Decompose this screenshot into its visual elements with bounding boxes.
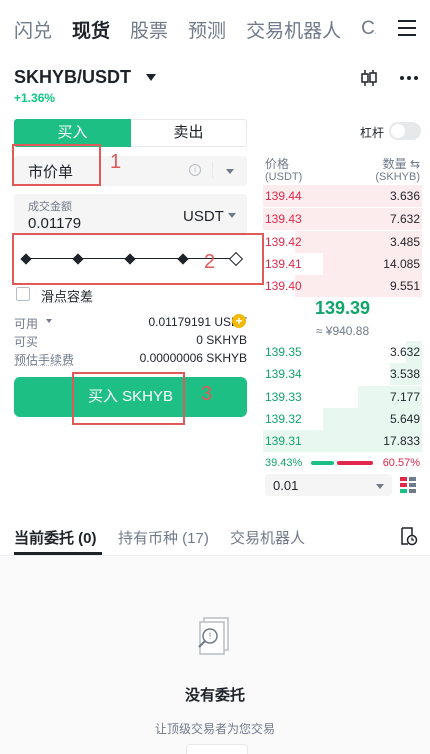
- sell-tab[interactable]: 卖出: [131, 119, 247, 147]
- empty-orders-icon: !: [198, 617, 229, 655]
- ask-price: 139.40: [265, 279, 302, 293]
- chevron-down-icon[interactable]: [146, 74, 156, 81]
- ask-price: 139.44: [265, 189, 302, 203]
- tab-holdings[interactable]: 持有币种 (17): [118, 527, 209, 548]
- ask-qty: 3.485: [389, 235, 420, 249]
- amount-unit-select[interactable]: USDT: [183, 208, 224, 225]
- ask-row[interactable]: 139.42 3.485: [263, 231, 422, 253]
- bid-price: 139.31: [265, 434, 302, 448]
- last-price[interactable]: 139.39: [263, 298, 422, 319]
- annotation-number-3: 3: [201, 383, 213, 405]
- nav-item-convert[interactable]: 闪兑: [14, 16, 52, 43]
- bid-price: 139.35: [265, 345, 302, 359]
- orderbook-qty-header[interactable]: 数量 ⇆: [383, 155, 420, 172]
- chevron-down-icon[interactable]: [228, 213, 236, 218]
- tab-open-orders[interactable]: 当前委托 (0): [14, 527, 97, 548]
- fee-label: 预估手续费: [14, 353, 75, 367]
- fee-value: 0.00000006 SKHYB: [139, 351, 247, 365]
- ask-price: 139.42: [265, 235, 302, 249]
- ask-qty: 3.636: [389, 189, 420, 203]
- leverage-label: 杠杆: [360, 126, 385, 140]
- annotation-number-2: 2: [204, 251, 216, 273]
- ask-price: 139.43: [265, 212, 302, 226]
- slippage-checkbox[interactable]: [16, 287, 30, 301]
- precision-value: 0.01: [273, 478, 299, 493]
- buy-tab[interactable]: 买入: [14, 119, 131, 147]
- orderbook-price-header: 价格: [265, 157, 290, 171]
- order-history-icon[interactable]: [398, 526, 418, 546]
- buy-ratio: 39.43%: [265, 457, 303, 469]
- buy-ratio-bar: [311, 461, 334, 465]
- orderbook-layout-icon[interactable]: [400, 476, 416, 494]
- bid-price: 139.34: [265, 367, 302, 381]
- bid-price: 139.33: [265, 390, 302, 404]
- bid-qty: 17.833: [383, 434, 420, 448]
- leverage-toggle[interactable]: [389, 122, 421, 140]
- toggle-knob: [391, 124, 405, 138]
- bid-row[interactable]: 139.35 3.632: [263, 341, 422, 363]
- annotation-box-1: [12, 144, 101, 186]
- amount-label: 成交金额: [28, 201, 72, 213]
- price-change: +1.36%: [14, 91, 56, 105]
- pair-selector[interactable]: SKHYB/USDT: [14, 67, 131, 88]
- ask-qty: 9.551: [389, 279, 420, 293]
- ask-row[interactable]: 139.41 14.085: [263, 253, 422, 275]
- annotation-box-3: [72, 372, 185, 425]
- copy-trading-button[interactable]: [186, 744, 248, 754]
- ask-row[interactable]: 139.40 9.551: [263, 275, 422, 297]
- ask-row[interactable]: 139.43 7.632: [263, 208, 422, 230]
- nav-item-stocks[interactable]: 股票: [130, 16, 168, 43]
- bid-price: 139.32: [265, 412, 302, 426]
- can-buy-label: 可买: [14, 335, 39, 349]
- menu-icon[interactable]: [398, 20, 416, 36]
- slippage-label[interactable]: 滑点容差: [41, 286, 93, 305]
- amount-input[interactable]: 0.01179: [28, 215, 81, 232]
- nav-item-trading-bots[interactable]: 交易机器人: [246, 16, 341, 43]
- sell-ratio: 60.57%: [382, 457, 420, 469]
- ask-price: 139.41: [265, 257, 302, 271]
- nav-item-spot[interactable]: 现货: [72, 16, 110, 43]
- empty-subtitle: 让顶级交易者为您交易: [154, 722, 275, 736]
- divider: [212, 162, 213, 178]
- sell-ratio-bar: [337, 461, 373, 465]
- orders-tabs: 当前委托 (0) 持有币种 (17) 交易机器人: [0, 522, 430, 556]
- tab-trading-bots[interactable]: 交易机器人: [230, 527, 305, 548]
- annotation-number-1: 1: [110, 151, 122, 173]
- chevron-down-icon[interactable]: [226, 169, 234, 174]
- active-tab-indicator: [14, 552, 102, 555]
- add-funds-icon[interactable]: +: [232, 314, 246, 328]
- bid-qty: 7.177: [389, 390, 420, 404]
- info-icon[interactable]: i: [189, 164, 201, 176]
- chevron-down-icon[interactable]: [46, 319, 52, 323]
- nav-item-prediction[interactable]: 预测: [188, 16, 226, 43]
- orderbook-qty-unit: (SKHYB): [375, 171, 420, 183]
- more-icon[interactable]: [398, 68, 420, 88]
- bid-qty: 3.538: [389, 367, 420, 381]
- top-nav: 闪兑 现货 股票 预测 交易机器人 C2C: [0, 0, 430, 58]
- annotation-box-2: [12, 233, 264, 285]
- can-buy-value: 0 SKHYB: [196, 333, 247, 347]
- bid-qty: 3.632: [389, 345, 420, 359]
- ask-row[interactable]: 139.44 3.636: [263, 185, 422, 207]
- available-label: 可用: [14, 317, 39, 331]
- last-price-cny: ≈ ¥940.88: [315, 324, 370, 338]
- bid-qty: 5.649: [389, 412, 420, 426]
- candlestick-icon[interactable]: [360, 68, 378, 88]
- bid-row[interactable]: 139.32 5.649: [263, 408, 422, 430]
- chevron-down-icon[interactable]: [376, 484, 384, 489]
- bid-row[interactable]: 139.33 7.177: [263, 386, 422, 408]
- bid-row[interactable]: 139.31 17.833: [263, 430, 422, 452]
- svg-text:!: !: [209, 631, 212, 641]
- empty-title: 没有委托: [184, 687, 245, 704]
- ask-qty: 7.632: [389, 212, 420, 226]
- bid-row[interactable]: 139.34 3.538: [263, 363, 422, 385]
- orderbook-price-unit: (USDT): [265, 171, 303, 183]
- ask-qty: 14.085: [383, 257, 420, 271]
